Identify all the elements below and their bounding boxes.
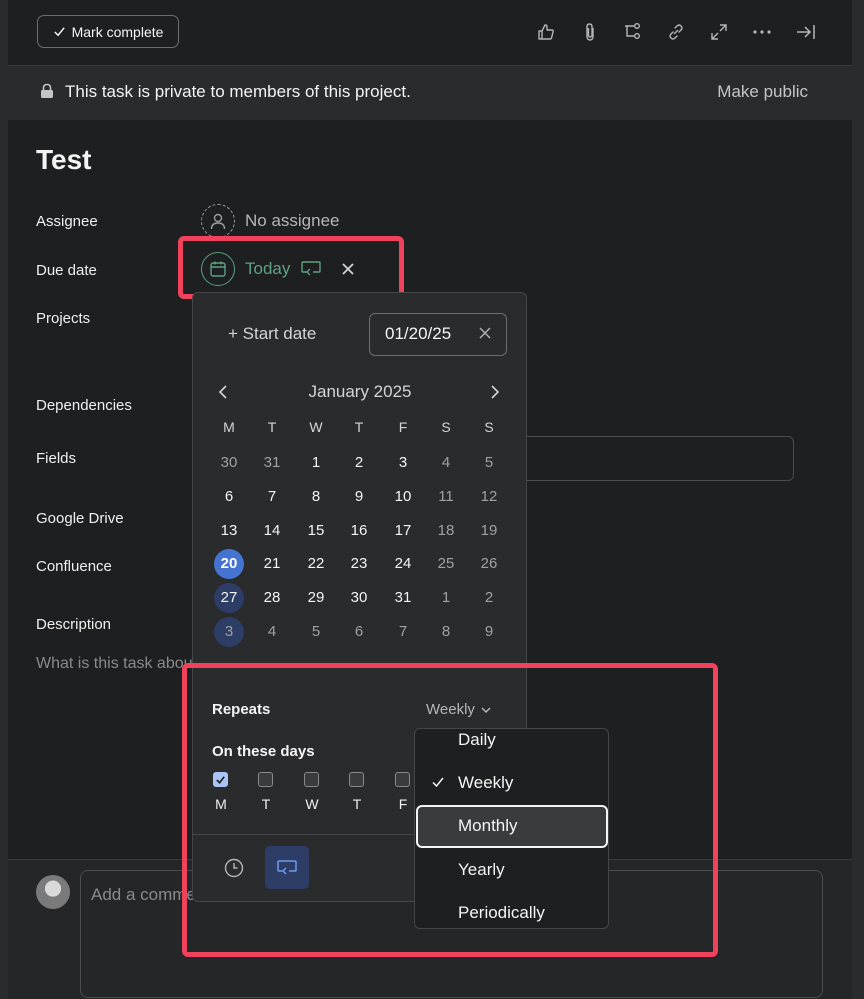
calendar-day[interactable]: 9 — [474, 617, 504, 647]
dependencies-label: Dependencies — [36, 397, 132, 414]
paperclip-icon[interactable] — [577, 19, 603, 45]
highlight-due-date — [178, 236, 404, 299]
calendar-day[interactable]: 30 — [344, 583, 374, 613]
user-avatar — [36, 875, 70, 909]
calendar-day[interactable]: 5 — [474, 448, 504, 478]
calendar-day[interactable]: 19 — [474, 516, 504, 546]
calendar-day[interactable]: 3 — [214, 617, 244, 647]
more-icon[interactable] — [749, 19, 775, 45]
check-icon — [53, 25, 66, 38]
calendar-day[interactable]: 6 — [214, 482, 244, 512]
menu-item-periodically[interactable]: Periodically — [458, 903, 545, 923]
calendar-day[interactable]: 8 — [301, 482, 331, 512]
google-drive-label: Google Drive — [36, 510, 124, 527]
privacy-banner: This task is private to members of this … — [8, 66, 852, 120]
calendar-day[interactable]: 20 — [214, 549, 244, 579]
calendar-day[interactable]: 29 — [301, 583, 331, 613]
weekday-label: W — [309, 419, 323, 435]
calendar-day[interactable]: 11 — [431, 482, 461, 512]
calendar-day[interactable]: 2 — [474, 583, 504, 613]
calendar-day[interactable]: 7 — [257, 482, 287, 512]
calendar-day[interactable]: 21 — [257, 549, 287, 579]
calendar-day[interactable]: 9 — [344, 482, 374, 512]
calendar-day[interactable]: 18 — [431, 516, 461, 546]
chevron-left-icon[interactable] — [216, 384, 232, 400]
menu-item-daily[interactable]: Daily — [458, 730, 496, 750]
calendar-day[interactable]: 8 — [431, 617, 461, 647]
calendar-day[interactable]: 2 — [344, 448, 374, 478]
menu-item-yearly[interactable]: Yearly — [458, 860, 505, 880]
weekday-label: S — [441, 419, 451, 435]
description-input[interactable]: What is this task about? — [36, 655, 196, 673]
calendar-day[interactable]: 28 — [257, 583, 287, 613]
calendar-day[interactable]: 25 — [431, 549, 461, 579]
right-panel-edge — [852, 0, 864, 999]
confluence-label: Confluence — [36, 558, 112, 575]
left-panel-edge — [0, 0, 8, 999]
clear-date-icon[interactable] — [479, 327, 491, 339]
calendar-day[interactable]: 15 — [301, 516, 331, 546]
mark-complete-button[interactable]: Mark complete — [37, 15, 179, 48]
start-date-button[interactable]: + Start date — [228, 324, 316, 344]
link-icon[interactable] — [663, 19, 689, 45]
empty-avatar-icon[interactable] — [201, 204, 235, 238]
due-date-input-value: 01/20/25 — [385, 324, 452, 343]
calendar-day[interactable]: 16 — [344, 516, 374, 546]
weekday-label: S — [484, 419, 494, 435]
fields-label: Fields — [36, 450, 77, 467]
make-public-button[interactable]: Make public — [717, 82, 808, 102]
lock-icon — [40, 83, 54, 99]
menu-item-weekly[interactable]: Weekly — [458, 773, 513, 793]
calendar-day[interactable]: 27 — [214, 583, 244, 613]
privacy-text: This task is private to members of this … — [65, 82, 411, 101]
calendar-day[interactable]: 10 — [388, 482, 418, 512]
due-date-label: Due date — [36, 262, 97, 279]
check-icon — [431, 775, 445, 789]
calendar-day[interactable]: 24 — [388, 549, 418, 579]
calendar-day[interactable]: 23 — [344, 549, 374, 579]
calendar-day[interactable]: 31 — [257, 448, 287, 478]
task-title[interactable]: Test — [36, 144, 92, 176]
subtasks-icon[interactable] — [619, 19, 645, 45]
calendar-day[interactable]: 4 — [431, 448, 461, 478]
thumbs-up-icon[interactable] — [533, 19, 559, 45]
projects-label: Projects — [36, 310, 91, 327]
calendar-day[interactable]: 13 — [214, 516, 244, 546]
expand-icon[interactable] — [706, 19, 732, 45]
chevron-right-icon[interactable] — [486, 384, 502, 400]
calendar-day[interactable]: 31 — [388, 583, 418, 613]
weekday-label: F — [398, 419, 408, 435]
calendar-day[interactable]: 30 — [214, 448, 244, 478]
calendar-day[interactable]: 7 — [388, 617, 418, 647]
calendar-day[interactable]: 1 — [431, 583, 461, 613]
calendar-day[interactable]: 26 — [474, 549, 504, 579]
calendar-day[interactable]: 22 — [301, 549, 331, 579]
calendar-day[interactable]: 14 — [257, 516, 287, 546]
calendar-day[interactable]: 4 — [257, 617, 287, 647]
mark-complete-label: Mark complete — [71, 23, 164, 40]
calendar-day[interactable]: 3 — [388, 448, 418, 478]
calendar-day[interactable]: 12 — [474, 482, 504, 512]
assignee-label: Assignee — [36, 213, 98, 230]
weekday-label: M — [223, 419, 235, 435]
calendar-day[interactable]: 1 — [301, 448, 331, 478]
description-label: Description — [36, 616, 112, 633]
weekday-label: T — [354, 419, 364, 435]
calendar-day[interactable]: 6 — [344, 617, 374, 647]
calendar-month-label: January 2025 — [308, 382, 412, 401]
menu-item-monthly[interactable]: Monthly — [458, 816, 518, 836]
calendar-day[interactable]: 17 — [388, 516, 418, 546]
calendar-day[interactable]: 5 — [301, 617, 331, 647]
weekday-label: T — [267, 419, 277, 435]
close-panel-icon[interactable] — [793, 19, 819, 45]
assignee-value[interactable]: No assignee — [245, 211, 340, 231]
